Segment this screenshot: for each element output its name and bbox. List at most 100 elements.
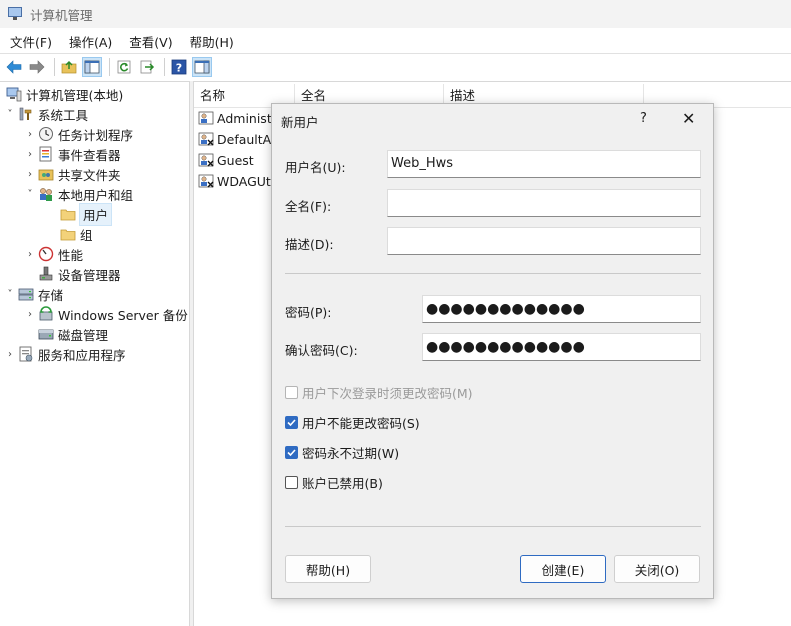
confirm-password-field[interactable]: ●●●●●●●●●●●●● bbox=[422, 333, 701, 361]
cannot-change-password-checkbox[interactable]: 用户不能更改密码(S) bbox=[285, 413, 420, 432]
chevron-down-icon[interactable]: ˅ bbox=[4, 109, 16, 120]
tree-item-computer-management[interactable]: 计算机管理(本地) bbox=[4, 84, 123, 104]
fullname-label: 全名(F): bbox=[285, 199, 332, 214]
chevron-down-icon[interactable]: ˅ bbox=[24, 189, 36, 200]
list-item[interactable]: DefaultAc bbox=[198, 129, 278, 149]
tree-item-shared-folders[interactable]: › 共享文件夹 bbox=[24, 164, 121, 184]
chevron-right-icon[interactable]: › bbox=[24, 169, 36, 180]
tree-item-disk-management[interactable]: 磁盘管理 bbox=[24, 324, 108, 344]
folder-icon bbox=[60, 206, 76, 222]
list-item-label: Guest bbox=[217, 152, 254, 168]
tree-item-users[interactable]: 用户 bbox=[58, 202, 113, 226]
checkmark-icon bbox=[287, 419, 296, 427]
list-item-label: DefaultAc bbox=[217, 131, 278, 147]
close-button[interactable]: 关闭(O) bbox=[614, 555, 700, 583]
create-button[interactable]: 创建(E) bbox=[520, 555, 606, 583]
tree-item-event-viewer[interactable]: › 事件查看器 bbox=[24, 144, 121, 164]
fullname-field[interactable] bbox=[387, 189, 701, 217]
tree-item-label: 性能 bbox=[58, 247, 84, 263]
forward-arrow-icon[interactable] bbox=[27, 57, 47, 77]
help-button[interactable]: 帮助(H) bbox=[285, 555, 371, 583]
tree-item-label: Windows Server 备份 bbox=[58, 307, 188, 323]
list-item-label: WDAGUti bbox=[217, 173, 275, 189]
checkbox-box[interactable] bbox=[285, 416, 298, 429]
checkbox-label: 用户下次登录时须更改密码(M) bbox=[302, 386, 473, 401]
console-tree: 计算机管理(本地) ˅ 系统工具 › 任务计划程序 › 事件查看器 › 共享文件… bbox=[0, 81, 190, 626]
event-viewer-icon bbox=[38, 146, 54, 162]
checkbox-box[interactable] bbox=[285, 446, 298, 459]
tree-item-device-manager[interactable]: 设备管理器 bbox=[24, 264, 121, 284]
tree-item-groups[interactable]: 组 bbox=[58, 224, 93, 244]
menu-action[interactable]: 操作(A) bbox=[59, 32, 119, 51]
shared-folder-icon bbox=[38, 166, 54, 182]
action-pane-icon[interactable] bbox=[192, 56, 212, 77]
computer-management-icon bbox=[8, 7, 24, 21]
description-field[interactable] bbox=[387, 227, 701, 255]
chevron-right-icon[interactable]: › bbox=[24, 249, 36, 260]
chevron-right-icon[interactable]: › bbox=[24, 149, 36, 160]
list-item-label: Administr bbox=[217, 110, 277, 126]
tree-item-label: 系统工具 bbox=[38, 107, 89, 123]
tree-item-label: 任务计划程序 bbox=[58, 127, 134, 143]
account-disabled-checkbox[interactable]: 账户已禁用(B) bbox=[285, 473, 383, 492]
checkbox-box[interactable] bbox=[285, 386, 298, 399]
must-change-password-checkbox[interactable]: 用户下次登录时须更改密码(M) bbox=[285, 383, 473, 402]
dialog-title: 新用户 bbox=[281, 115, 319, 130]
tree-item-performance[interactable]: › 性能 bbox=[24, 244, 83, 264]
help-question-icon[interactable]: ? bbox=[640, 111, 647, 126]
checkmark-icon bbox=[287, 449, 296, 457]
tree-item-label: 本地用户和组 bbox=[58, 187, 134, 203]
tree-item-task-scheduler[interactable]: › 任务计划程序 bbox=[24, 124, 133, 144]
disk-icon bbox=[38, 326, 54, 342]
refresh-icon[interactable] bbox=[114, 57, 134, 77]
performance-icon bbox=[38, 246, 54, 262]
chevron-right-icon[interactable]: › bbox=[24, 129, 36, 140]
tree-item-windows-server-backup[interactable]: › Windows Server 备份 bbox=[24, 304, 188, 324]
tree-item-system-tools[interactable]: ˅ 系统工具 bbox=[4, 104, 89, 124]
divider bbox=[285, 273, 701, 274]
chevron-right-icon[interactable]: › bbox=[24, 309, 36, 320]
tree-item-label: 计算机管理(本地) bbox=[26, 87, 124, 103]
export-icon[interactable] bbox=[137, 57, 157, 77]
svg-text:?: ? bbox=[176, 61, 182, 74]
menu-view[interactable]: 查看(V) bbox=[119, 32, 179, 51]
toolbar-separator bbox=[164, 57, 165, 76]
checkbox-box[interactable] bbox=[285, 476, 298, 489]
checkbox-label: 账户已禁用(B) bbox=[302, 476, 383, 491]
tree-item-label: 事件查看器 bbox=[58, 147, 121, 163]
show-tree-icon[interactable] bbox=[82, 56, 102, 77]
tree-item-label: 用户 bbox=[78, 202, 113, 226]
close-icon[interactable]: ✕ bbox=[682, 109, 695, 128]
list-item[interactable]: Guest bbox=[198, 150, 254, 170]
list-item[interactable]: Administr bbox=[198, 108, 277, 128]
toolbar-separator bbox=[54, 57, 55, 76]
user-disabled-icon bbox=[198, 131, 214, 147]
password-never-expires-checkbox[interactable]: 密码永不过期(W) bbox=[285, 443, 399, 462]
toolbar-separator bbox=[109, 57, 110, 76]
up-folder-icon[interactable] bbox=[59, 57, 79, 77]
user-icon bbox=[198, 110, 214, 126]
menu-bar: 文件(F) 操作(A) 查看(V) 帮助(H) bbox=[0, 30, 791, 52]
chevron-down-icon[interactable]: ˅ bbox=[4, 289, 16, 300]
description-label: 描述(D): bbox=[285, 237, 334, 252]
tree-item-storage[interactable]: ˅ 存储 bbox=[4, 284, 64, 304]
menu-help[interactable]: 帮助(H) bbox=[180, 32, 241, 51]
back-arrow-icon[interactable] bbox=[4, 57, 24, 77]
divider bbox=[285, 526, 701, 527]
tree-item-label: 组 bbox=[80, 227, 93, 243]
tree-item-label: 服务和应用程序 bbox=[38, 347, 126, 363]
confirm-password-label: 确认密码(C): bbox=[285, 343, 358, 358]
checkbox-label: 密码永不过期(W) bbox=[302, 446, 400, 461]
clock-icon bbox=[38, 126, 54, 142]
help-icon[interactable]: ? bbox=[169, 57, 189, 77]
tools-icon bbox=[18, 106, 34, 122]
username-field[interactable]: Web_Hws bbox=[387, 150, 701, 178]
tree-item-local-users-groups[interactable]: ˅ 本地用户和组 bbox=[24, 184, 134, 204]
tree-item-label: 共享文件夹 bbox=[58, 167, 121, 183]
password-field[interactable]: ●●●●●●●●●●●●● bbox=[422, 295, 701, 323]
list-item[interactable]: WDAGUti bbox=[198, 171, 274, 191]
computer-icon bbox=[6, 86, 22, 102]
tree-item-services-applications[interactable]: › 服务和应用程序 bbox=[4, 344, 126, 364]
chevron-right-icon[interactable]: › bbox=[4, 349, 16, 360]
menu-file[interactable]: 文件(F) bbox=[0, 32, 59, 51]
